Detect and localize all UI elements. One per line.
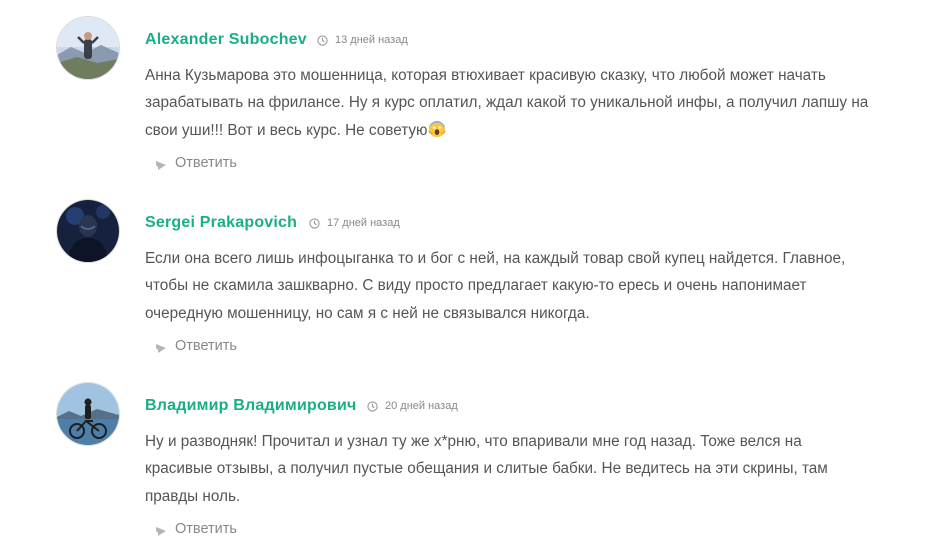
- comment-line: Анна Кузьмарова это мошенница, которая в…: [145, 67, 826, 84]
- avatar[interactable]: [57, 17, 119, 79]
- reply-arrow-icon: [148, 523, 166, 536]
- comment-author[interactable]: Владимир Владимирович: [145, 397, 357, 415]
- comments-list: Alexander Subochev 13 дней назад Анна Ку…: [0, 0, 943, 556]
- comment-date-text: 17 дней назад: [327, 217, 400, 229]
- comment-line: красивые отзывы, а получил пустые обещан…: [145, 460, 828, 478]
- reply-button[interactable]: Ответить: [147, 155, 237, 171]
- comment-date-text: 20 дней назад: [385, 400, 458, 412]
- scream-emoji-icon: [427, 120, 446, 137]
- comment-date: 17 дней назад: [309, 217, 400, 229]
- comment-author[interactable]: Alexander Subochev: [145, 31, 307, 49]
- comment-text: Ну и разводняк! Прочитал и узнал ту же х…: [145, 428, 905, 510]
- comment-line: очередную мошенницу, но сам я с ней не с…: [145, 304, 590, 322]
- reply-label: Ответить: [175, 338, 237, 354]
- comment-date-text: 13 дней назад: [335, 34, 408, 46]
- comment-line-last: свои уши!!! Вот и весь курс. Не советую: [145, 117, 905, 144]
- comment-line: Ну и разводняк! Прочитал и узнал ту же х…: [145, 433, 802, 450]
- reply-arrow-icon: [148, 340, 166, 353]
- comment-text: Если она всего лишь инфоцыганка то и бог…: [145, 245, 905, 327]
- comment-line: чтобы не скамила зашкварно. С виду прост…: [145, 277, 807, 295]
- comment-line: зарабатывать на фрилансе. Ну я курс опла…: [145, 94, 869, 112]
- reply-button[interactable]: Ответить: [147, 338, 237, 354]
- avatar[interactable]: [57, 200, 119, 262]
- comment-text: Анна Кузьмарова это мошенница, которая в…: [145, 62, 905, 144]
- avatar[interactable]: [57, 383, 119, 445]
- clock-icon: [317, 34, 328, 46]
- reply-label: Ответить: [175, 155, 237, 171]
- comment-date: 13 дней назад: [317, 34, 408, 46]
- comment-author[interactable]: Sergei Prakapovich: [145, 214, 297, 232]
- reply-label: Ответить: [175, 521, 237, 537]
- reply-arrow-icon: [148, 157, 166, 170]
- reply-button[interactable]: Ответить: [147, 521, 237, 537]
- clock-icon: [309, 217, 320, 229]
- comment-line: правды ноль.: [145, 487, 241, 505]
- comment-date: 20 дней назад: [367, 400, 458, 412]
- comment-line-text: свои уши!!! Вот и весь курс. Не советую: [145, 121, 428, 139]
- comment-line: Если она всего лишь инфоцыганка то и бог…: [145, 250, 846, 267]
- clock-icon: [367, 400, 378, 412]
